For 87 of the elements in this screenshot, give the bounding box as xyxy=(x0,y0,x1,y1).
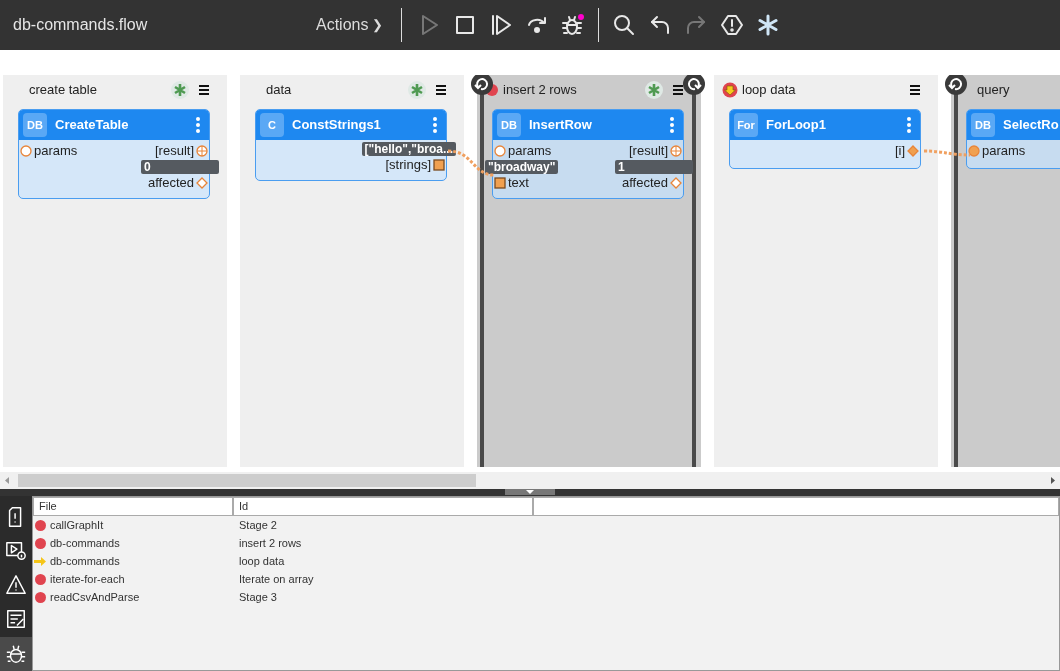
breakpoint-icon xyxy=(34,573,46,585)
node-type-badge: DB xyxy=(23,113,47,137)
table-row[interactable]: db-commands loop data xyxy=(33,552,1059,570)
breakpoint-icon xyxy=(34,537,46,549)
more-icon[interactable] xyxy=(432,116,438,134)
stage-title: query xyxy=(977,81,1010,100)
port-icon[interactable] xyxy=(196,145,208,157)
menu-icon[interactable] xyxy=(434,83,448,97)
connector-line xyxy=(924,149,972,157)
more-icon[interactable] xyxy=(669,116,675,134)
horizontal-scrollbar[interactable] xyxy=(0,472,1060,489)
bug-icon[interactable] xyxy=(560,12,587,38)
port-icon[interactable] xyxy=(670,177,682,189)
node-name: SelectRo xyxy=(1003,116,1059,135)
edit-icon[interactable] xyxy=(5,608,27,630)
bug-icon[interactable] xyxy=(5,643,27,665)
table-row[interactable]: iterate-for-each Iterate on array xyxy=(33,570,1059,588)
input-label: params xyxy=(508,142,552,161)
output-label: [i] xyxy=(894,142,905,161)
node-name: CreateTable xyxy=(55,116,129,135)
table-row[interactable]: callGraphIt Stage 2 xyxy=(33,516,1059,534)
loop-icon[interactable] xyxy=(471,75,493,95)
loop-icon[interactable] xyxy=(683,75,705,95)
menu-icon[interactable] xyxy=(908,83,922,97)
output-label: [result] xyxy=(629,142,668,161)
actions-button[interactable]: Actions ❯ xyxy=(316,13,384,37)
more-icon[interactable] xyxy=(195,116,201,134)
port-icon[interactable] xyxy=(494,145,506,157)
table-cell-text: Iterate on array xyxy=(238,571,314,587)
stage-title: insert 2 rows xyxy=(503,81,577,100)
stage-title: create table xyxy=(29,81,97,100)
menu-icon[interactable] xyxy=(197,83,211,97)
arrow-icon xyxy=(34,556,46,566)
node-card[interactable]: For ForLoop1 [i] xyxy=(729,109,921,169)
node-name: InsertRow xyxy=(529,116,592,135)
table-cell-text: insert 2 rows xyxy=(238,535,302,551)
table-cell-text: loop data xyxy=(238,553,285,569)
input-label: params xyxy=(982,142,1026,161)
node-card[interactable]: DB SelectRo params xyxy=(966,109,1060,169)
node-type-badge: C xyxy=(260,113,284,137)
node-type-badge: For xyxy=(734,113,758,137)
table-cell-text: Stage 3 xyxy=(238,589,277,605)
output-label: affected xyxy=(147,174,194,193)
output-label: [strings] xyxy=(385,156,431,175)
breakpoint-icon xyxy=(34,591,46,603)
loop-icon[interactable] xyxy=(945,75,967,95)
node-name: ConstStrings1 xyxy=(292,116,381,135)
alert-icon[interactable] xyxy=(719,12,746,38)
input-label: text xyxy=(508,174,529,193)
input-label: params xyxy=(34,142,78,161)
value-tooltip: 1 xyxy=(615,160,693,174)
breakpoint-icon xyxy=(34,519,46,531)
output-label: affected xyxy=(621,174,668,193)
table-row[interactable]: readCsvAndParse Stage 3 xyxy=(33,588,1059,606)
port-icon[interactable] xyxy=(433,159,445,171)
port-icon[interactable] xyxy=(494,177,506,189)
column-header[interactable]: File xyxy=(33,497,233,516)
table-row[interactable]: db-commands insert 2 rows xyxy=(33,534,1059,552)
node-type-badge: DB xyxy=(971,113,995,137)
stage-title: loop data xyxy=(742,81,796,100)
current-step-icon[interactable] xyxy=(722,82,738,98)
warning-icon[interactable] xyxy=(5,574,27,596)
node-type-badge: DB xyxy=(497,113,521,137)
node-name: ForLoop1 xyxy=(766,116,826,135)
table-cell-text: Stage 2 xyxy=(238,517,277,533)
port-icon[interactable] xyxy=(670,145,682,157)
stage-title: data xyxy=(266,81,292,100)
port-icon[interactable] xyxy=(196,177,208,189)
breakpoint-icon[interactable] xyxy=(485,83,499,97)
value-tooltip: ["hello","broa... xyxy=(361,142,456,156)
value-tooltip: "broadway" xyxy=(485,160,559,174)
menu-icon[interactable] xyxy=(671,83,685,97)
play-info-icon[interactable] xyxy=(5,540,27,562)
file-title: db-commands.flow xyxy=(13,15,149,35)
value-tooltip: 0 xyxy=(141,160,219,174)
table-cell-text: readCsvAndParse xyxy=(50,589,140,605)
port-icon[interactable] xyxy=(20,145,32,157)
splitter-handle[interactable] xyxy=(505,489,555,495)
column-header[interactable]: Id xyxy=(233,497,533,516)
table-cell-text: db-commands xyxy=(50,535,120,551)
table-cell-text: iterate-for-each xyxy=(50,571,125,587)
column-header[interactable] xyxy=(533,497,1059,516)
scrollbar-thumb[interactable] xyxy=(18,474,476,487)
more-icon[interactable] xyxy=(906,116,912,134)
output-label: [result] xyxy=(155,142,194,161)
table-cell-text: db-commands xyxy=(50,553,120,569)
table-cell-text: callGraphIt xyxy=(50,517,104,533)
